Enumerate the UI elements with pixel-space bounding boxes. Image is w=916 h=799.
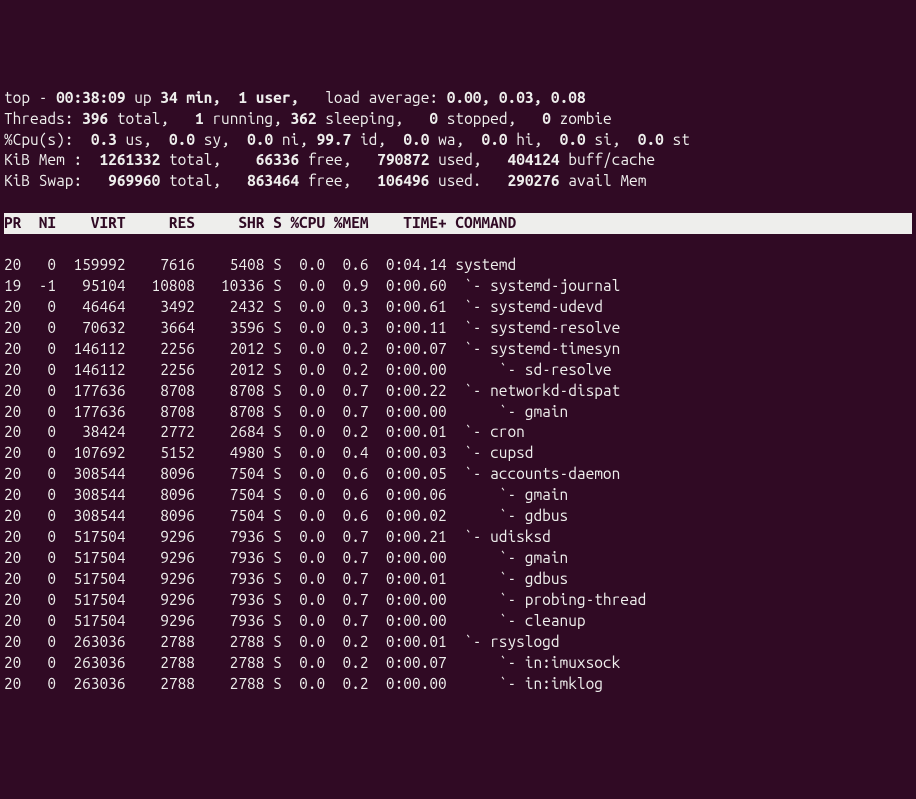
process-row: 20 0 46464 3492 2432 S 0.0 0.3 0:00.61 `…	[4, 297, 912, 318]
process-row: 20 0 146112 2256 2012 S 0.0 0.2 0:00.00 …	[4, 360, 912, 381]
process-row: 20 0 159992 7616 5408 S 0.0 0.6 0:04.14 …	[4, 255, 912, 276]
process-row: 19 -1 95104 10808 10336 S 0.0 0.9 0:00.6…	[4, 276, 912, 297]
summary-cpu: %Cpu(s): 0.3 us, 0.0 sy, 0.0 ni, 99.7 id…	[4, 130, 912, 151]
process-row: 20 0 38424 2772 2684 S 0.0 0.2 0:00.01 `…	[4, 422, 912, 443]
process-row: 20 0 107692 5152 4980 S 0.0 0.4 0:00.03 …	[4, 443, 912, 464]
summary-swap: KiB Swap: 969960 total, 863464 free, 106…	[4, 171, 912, 192]
clock-time: 00:38:09	[56, 89, 125, 106]
process-row: 20 0 517504 9296 7936 S 0.0 0.7 0:00.00 …	[4, 548, 912, 569]
user-count: 1 user,	[238, 89, 299, 106]
process-row: 20 0 70632 3664 3596 S 0.0 0.3 0:00.11 `…	[4, 318, 912, 339]
summary-mem: KiB Mem : 1261332 total, 66336 free, 790…	[4, 150, 912, 171]
process-table-header: PR NI VIRT RES SHR S %CPU %MEM TIME+ COM…	[4, 213, 912, 234]
summary-uptime: top - 00:38:09 up 34 min, 1 user, load a…	[4, 88, 912, 109]
process-row: 20 0 263036 2788 2788 S 0.0 0.2 0:00.01 …	[4, 632, 912, 653]
process-row: 20 0 517504 9296 7936 S 0.0 0.7 0:00.21 …	[4, 527, 912, 548]
process-row: 20 0 308544 8096 7504 S 0.0 0.6 0:00.02 …	[4, 506, 912, 527]
uptime: 34 min,	[160, 89, 221, 106]
process-row: 20 0 177636 8708 8708 S 0.0 0.7 0:00.22 …	[4, 381, 912, 402]
process-row: 20 0 308544 8096 7504 S 0.0 0.6 0:00.05 …	[4, 464, 912, 485]
summary-threads: Threads: 396 total, 1 running, 362 sleep…	[4, 109, 912, 130]
process-row: 20 0 263036 2788 2788 S 0.0 0.2 0:00.07 …	[4, 653, 912, 674]
process-row: 20 0 263036 2788 2788 S 0.0 0.2 0:00.00 …	[4, 674, 912, 695]
process-row: 20 0 308544 8096 7504 S 0.0 0.6 0:00.06 …	[4, 485, 912, 506]
terminal-output: top - 00:38:09 up 34 min, 1 user, load a…	[4, 88, 912, 695]
process-row: 20 0 517504 9296 7936 S 0.0 0.7 0:00.00 …	[4, 611, 912, 632]
process-row: 20 0 177636 8708 8708 S 0.0 0.7 0:00.00 …	[4, 402, 912, 423]
process-row: 20 0 146112 2256 2012 S 0.0 0.2 0:00.07 …	[4, 339, 912, 360]
process-row: 20 0 517504 9296 7936 S 0.0 0.7 0:00.00 …	[4, 590, 912, 611]
load-average: 0.00, 0.03, 0.08	[447, 89, 586, 106]
process-row: 20 0 517504 9296 7936 S 0.0 0.7 0:00.01 …	[4, 569, 912, 590]
